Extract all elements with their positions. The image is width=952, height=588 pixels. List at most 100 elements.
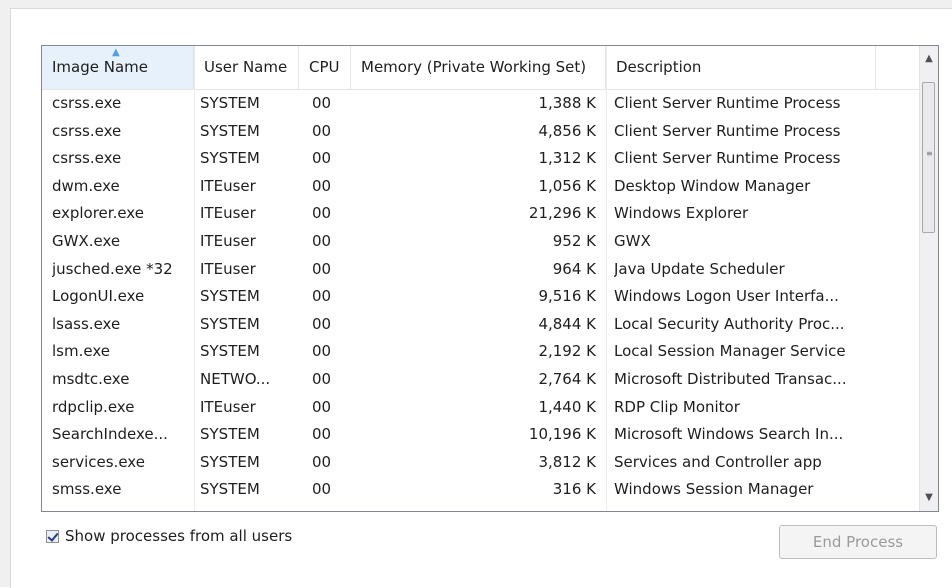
scrollbar-thumb[interactable]: ≡ <box>922 82 935 233</box>
process-memory: 1,388 K <box>538 94 596 112</box>
process-cpu: 00 <box>312 176 332 195</box>
end-process-button[interactable]: End Process <box>779 525 937 559</box>
process-description: Desktop Window Manager <box>614 176 811 195</box>
process-memory: 21,296 K <box>528 204 596 223</box>
process-image-name: LogonUI.exe <box>52 287 145 306</box>
process-user-name: SYSTEM <box>200 480 260 499</box>
process-cpu: 00 <box>312 94 332 112</box>
process-cpu: 00 <box>312 452 332 471</box>
process-cpu: 00 <box>312 204 332 223</box>
process-image-name: rdpclip.exe <box>52 397 135 416</box>
show-all-users-label: Show processes from all users <box>65 527 293 545</box>
process-description: Client Server Runtime Process <box>614 94 841 112</box>
process-description: Local Security Authority Proc... <box>614 314 845 333</box>
process-cpu: 00 <box>312 397 332 416</box>
process-image-name: services.exe <box>52 452 145 471</box>
process-cpu: 00 <box>312 259 332 278</box>
column-header-image-name[interactable]: ▲ Image Name <box>42 46 194 89</box>
process-cpu: 00 <box>312 231 332 250</box>
process-cpu: 00 <box>312 342 332 361</box>
process-cpu: 00 <box>312 369 332 388</box>
grip-icon: ≡ <box>926 149 933 158</box>
process-user-name: SYSTEM <box>200 452 260 471</box>
show-all-users-option[interactable]: Show processes from all users <box>46 526 292 546</box>
process-row[interactable]: jusched.exe *32 ITEuser 00 964 K Java Update… <box>42 256 919 284</box>
process-row[interactable]: services.exe SYSTEM 00 3,812 K Services and … <box>42 449 919 477</box>
process-rows: csrss.exe SYSTEM 00 1,388 K Client Server Ru… <box>42 90 919 504</box>
process-memory: 4,856 K <box>538 121 596 140</box>
process-description: Client Server Runtime Process <box>614 149 841 168</box>
column-header-user-name[interactable]: User Name <box>194 46 299 89</box>
process-description: Services and Controller app <box>614 452 822 471</box>
process-memory: 1,056 K <box>538 176 596 195</box>
process-description: RDP Clip Monitor <box>614 397 740 416</box>
process-row[interactable]: dwm.exe ITEuser 00 1,056 K Desktop Window Ma… <box>42 173 919 201</box>
show-all-users-checkbox[interactable] <box>46 529 59 543</box>
process-description: GWX <box>614 231 651 250</box>
process-cpu: 00 <box>312 425 332 444</box>
process-memory: 4,844 K <box>538 314 596 333</box>
process-row[interactable]: lsass.exe SYSTEM 00 4,844 K Local Security A… <box>42 311 919 339</box>
process-image-name: smss.exe <box>52 480 122 499</box>
process-user-name: ITEuser <box>200 231 256 250</box>
process-user-name: SYSTEM <box>200 149 260 168</box>
process-cpu: 00 <box>312 287 332 306</box>
sort-ascending-icon: ▲ <box>112 47 120 58</box>
process-image-name: csrss.exe <box>52 94 122 112</box>
process-user-name: ITEuser <box>200 204 256 223</box>
process-image-name: dwm.exe <box>52 176 120 195</box>
process-image-name: csrss.exe <box>52 121 122 140</box>
process-row[interactable]: SearchIndexe... SYSTEM 00 10,196 K Microsoft… <box>42 421 919 449</box>
process-cpu: 00 <box>312 314 332 333</box>
column-header-description[interactable]: Description <box>606 46 876 89</box>
process-cpu: 00 <box>312 121 332 140</box>
process-list[interactable]: ▲ Image Name User Name CPU Memory (Priva… <box>41 45 939 512</box>
process-row[interactable]: csrss.exe SYSTEM 00 1,388 K Client Server Ru… <box>42 90 919 118</box>
process-row[interactable]: lsm.exe SYSTEM 00 2,192 K Local Session Mana… <box>42 338 919 366</box>
process-description: Microsoft Windows Search In... <box>614 425 844 444</box>
process-row[interactable]: explorer.exe ITEuser 00 21,296 K Windows Exp… <box>42 200 919 228</box>
vertical-scrollbar[interactable]: ▲ ≡ ▼ <box>919 46 938 511</box>
process-description: Windows Logon User Interfa... <box>614 287 839 306</box>
column-header-row: ▲ Image Name User Name CPU Memory (Priva… <box>42 46 919 90</box>
process-user-name: ITEuser <box>200 176 256 195</box>
process-user-name: SYSTEM <box>200 287 260 306</box>
process-row[interactable]: GWX.exe ITEuser 00 952 K GWX <box>42 228 919 256</box>
process-user-name: SYSTEM <box>200 314 260 333</box>
process-description: Client Server Runtime Process <box>614 121 841 140</box>
scroll-up-arrow-icon[interactable]: ▲ <box>920 50 938 68</box>
process-description: Java Update Scheduler <box>614 259 785 278</box>
process-user-name: ITEuser <box>200 259 256 278</box>
process-user-name: SYSTEM <box>200 121 260 140</box>
process-description: Windows Explorer <box>614 204 749 223</box>
process-row[interactable]: rdpclip.exe ITEuser 00 1,440 K RDP Clip Moni… <box>42 394 919 422</box>
process-description: Windows Session Manager <box>614 480 814 499</box>
process-image-name: GWX.exe <box>52 231 121 250</box>
column-header-cpu-label: CPU <box>309 58 340 76</box>
process-row[interactable]: msdtc.exe NETWO... 00 2,764 K Microsoft Dist… <box>42 366 919 394</box>
process-image-name: SearchIndexe... <box>52 425 168 444</box>
scroll-down-arrow-icon[interactable]: ▼ <box>920 489 938 507</box>
process-memory: 3,812 K <box>538 452 596 471</box>
process-row[interactable]: csrss.exe SYSTEM 00 1,312 K Client Server Ru… <box>42 145 919 173</box>
process-row[interactable]: smss.exe SYSTEM 00 316 K Windows Session Man… <box>42 476 919 504</box>
process-memory: 964 K <box>552 259 596 278</box>
process-user-name: SYSTEM <box>200 425 260 444</box>
process-user-name: SYSTEM <box>200 342 260 361</box>
process-memory: 10,196 K <box>528 425 596 444</box>
process-image-name: csrss.exe <box>52 149 122 168</box>
process-memory: 2,192 K <box>538 342 596 361</box>
column-header-image-name-label: Image Name <box>52 58 148 76</box>
column-header-memory-label: Memory (Private Working Set) <box>361 58 587 76</box>
process-image-name: lsass.exe <box>52 314 121 333</box>
column-header-cpu[interactable]: CPU <box>299 46 351 89</box>
process-image-name: lsm.exe <box>52 342 110 361</box>
process-user-name: ITEuser <box>200 397 256 416</box>
process-user-name: NETWO... <box>200 369 271 388</box>
column-header-memory[interactable]: Memory (Private Working Set) <box>351 46 606 89</box>
process-memory: 952 K <box>552 231 596 250</box>
process-row[interactable]: LogonUI.exe SYSTEM 00 9,516 K Windows Logon … <box>42 283 919 311</box>
task-manager-processes-pane: ▲ Image Name User Name CPU Memory (Priva… <box>0 0 952 588</box>
process-row[interactable]: csrss.exe SYSTEM 00 4,856 K Client Server Ru… <box>42 118 919 146</box>
process-image-name: jusched.exe *32 <box>52 259 173 278</box>
